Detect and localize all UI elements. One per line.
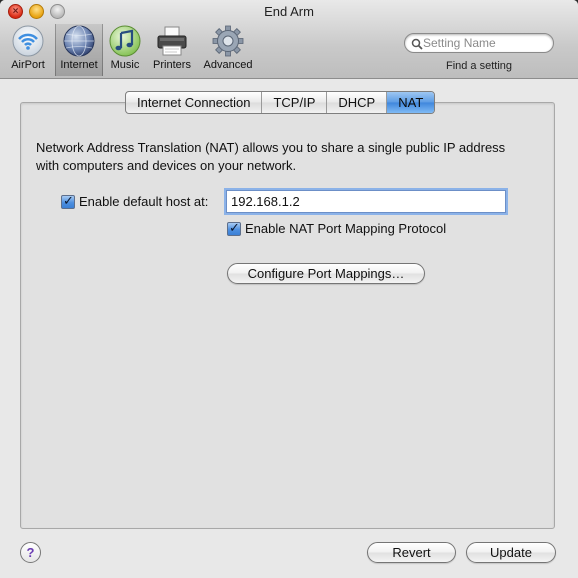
default-host-label: Enable default host at: xyxy=(79,194,209,209)
toolbar-advanced[interactable]: Advanced xyxy=(200,24,256,76)
checkmark-icon: ✓ xyxy=(63,193,74,208)
title-toolbar: × End Arm AirPort Internet Music Printer… xyxy=(0,0,578,79)
tab-bar: Internet Connection TCP/IP DHCP NAT xyxy=(125,91,436,114)
internet-globe-icon xyxy=(62,24,96,58)
printer-icon xyxy=(155,24,189,58)
tab-internet-connection[interactable]: Internet Connection xyxy=(126,92,263,113)
toolbar-label: Advanced xyxy=(203,59,253,71)
nat-pmp-label: Enable NAT Port Mapping Protocol xyxy=(245,221,447,236)
toolbar-label: Printers xyxy=(153,59,191,71)
airport-icon xyxy=(11,24,45,58)
toolbar-music[interactable]: Music xyxy=(105,24,145,76)
default-host-ip-input[interactable] xyxy=(226,190,506,213)
default-host-checkbox[interactable]: ✓ xyxy=(61,193,75,209)
tab-tcp-ip[interactable]: TCP/IP xyxy=(262,92,328,113)
tab-nat[interactable]: NAT xyxy=(387,92,435,113)
update-button[interactable]: Update xyxy=(466,542,556,563)
checkmark-icon: ✓ xyxy=(229,220,240,235)
settings-search[interactable] xyxy=(404,33,554,53)
toolbar-label: Internet xyxy=(60,59,98,71)
window-title: End Arm xyxy=(264,4,314,19)
music-icon xyxy=(108,24,142,58)
toolbar-label: AirPort xyxy=(11,59,45,71)
toolbar-internet[interactable]: Internet xyxy=(55,24,103,76)
toolbar-airport[interactable]: AirPort xyxy=(6,24,50,76)
tab-dhcp[interactable]: DHCP xyxy=(327,92,388,113)
search-input[interactable] xyxy=(423,35,548,51)
nat-pmp-checkbox[interactable]: ✓ xyxy=(227,220,241,236)
nat-description: Network Address Translation (NAT) allows… xyxy=(36,140,506,173)
configure-port-mappings-button[interactable]: Configure Port Mappings… xyxy=(227,263,425,284)
search-caption: Find a setting xyxy=(445,60,513,72)
search-icon xyxy=(411,37,423,50)
app-window: × End Arm AirPort Internet Music Printer… xyxy=(0,0,578,578)
revert-button[interactable]: Revert xyxy=(367,542,456,563)
toolbar-label: Music xyxy=(110,59,140,71)
help-button[interactable]: ? xyxy=(20,542,41,563)
gear-icon xyxy=(211,24,245,58)
toolbar-printers[interactable]: Printers xyxy=(149,24,195,76)
